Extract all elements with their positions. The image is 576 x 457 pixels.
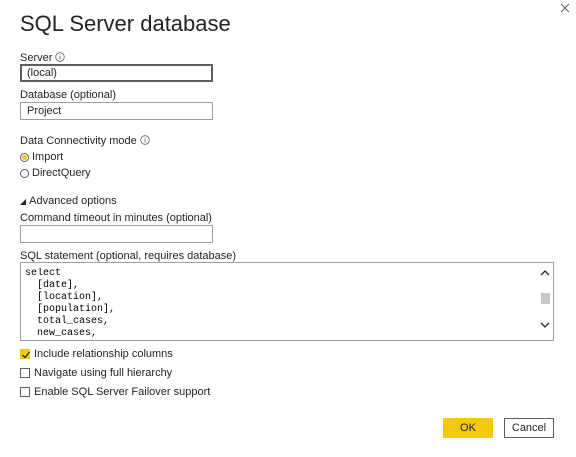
checkbox-indicator[interactable] (20, 368, 30, 378)
timeout-label: Command timeout in minutes (optional) (20, 212, 212, 224)
ok-button[interactable]: OK (443, 418, 493, 438)
dialog-title: SQL Server database (20, 11, 231, 36)
scrollbar-thumb[interactable] (541, 293, 550, 304)
timeout-input[interactable] (20, 225, 213, 243)
radio-directquery-indicator[interactable] (20, 168, 29, 178)
failover-support-checkbox[interactable]: Enable SQL Server Failover support (20, 385, 210, 399)
radio-import-label: Import (32, 151, 64, 163)
database-input[interactable] (20, 102, 213, 120)
radio-directquery[interactable]: DirectQuery (20, 166, 91, 180)
sql-scrollbar[interactable] (537, 263, 553, 340)
include-relationship-columns-checkbox[interactable]: Include relationship columns (20, 347, 173, 361)
connectivity-label-row: Data Connectivity mode (20, 135, 150, 148)
navigate-full-hierarchy-label: Navigate using full hierarchy (34, 367, 173, 379)
close-button[interactable] (556, 0, 574, 18)
server-input[interactable] (20, 64, 213, 82)
checkbox-indicator[interactable] (20, 349, 31, 359)
chevron-down-icon (540, 322, 550, 328)
chevron-up-icon (540, 270, 550, 276)
advanced-options-label: Advanced options (29, 195, 117, 207)
radio-import[interactable]: Import (20, 150, 63, 164)
radio-import-indicator[interactable] (20, 152, 29, 162)
checkbox-indicator[interactable] (20, 387, 30, 397)
collapse-triangle-icon: ◢ (20, 196, 27, 206)
sql-statement-label: SQL statement (optional, requires databa… (20, 250, 237, 262)
sql-server-database-dialog: SQL Server database Server Database (opt… (0, 0, 576, 457)
close-icon (560, 3, 570, 13)
info-icon[interactable] (140, 135, 150, 148)
scroll-down-button[interactable] (537, 317, 553, 333)
advanced-options-toggle[interactable]: ◢ Advanced options (20, 195, 117, 207)
server-label: Server (20, 52, 53, 64)
failover-support-label: Enable SQL Server Failover support (34, 386, 211, 398)
radio-directquery-label: DirectQuery (32, 167, 91, 179)
connectivity-mode-label: Data Connectivity mode (20, 135, 137, 147)
cancel-button[interactable]: Cancel (504, 418, 554, 438)
sql-statement-textarea[interactable]: select [date], [location], [population],… (20, 262, 554, 341)
include-relationship-columns-label: Include relationship columns (34, 348, 173, 360)
navigate-full-hierarchy-checkbox[interactable]: Navigate using full hierarchy (20, 366, 172, 380)
checkmark-icon (22, 351, 31, 359)
database-label: Database (optional) (20, 89, 117, 101)
scroll-up-button[interactable] (537, 265, 553, 281)
sql-statement-text[interactable]: select [date], [location], [population],… (25, 268, 535, 340)
